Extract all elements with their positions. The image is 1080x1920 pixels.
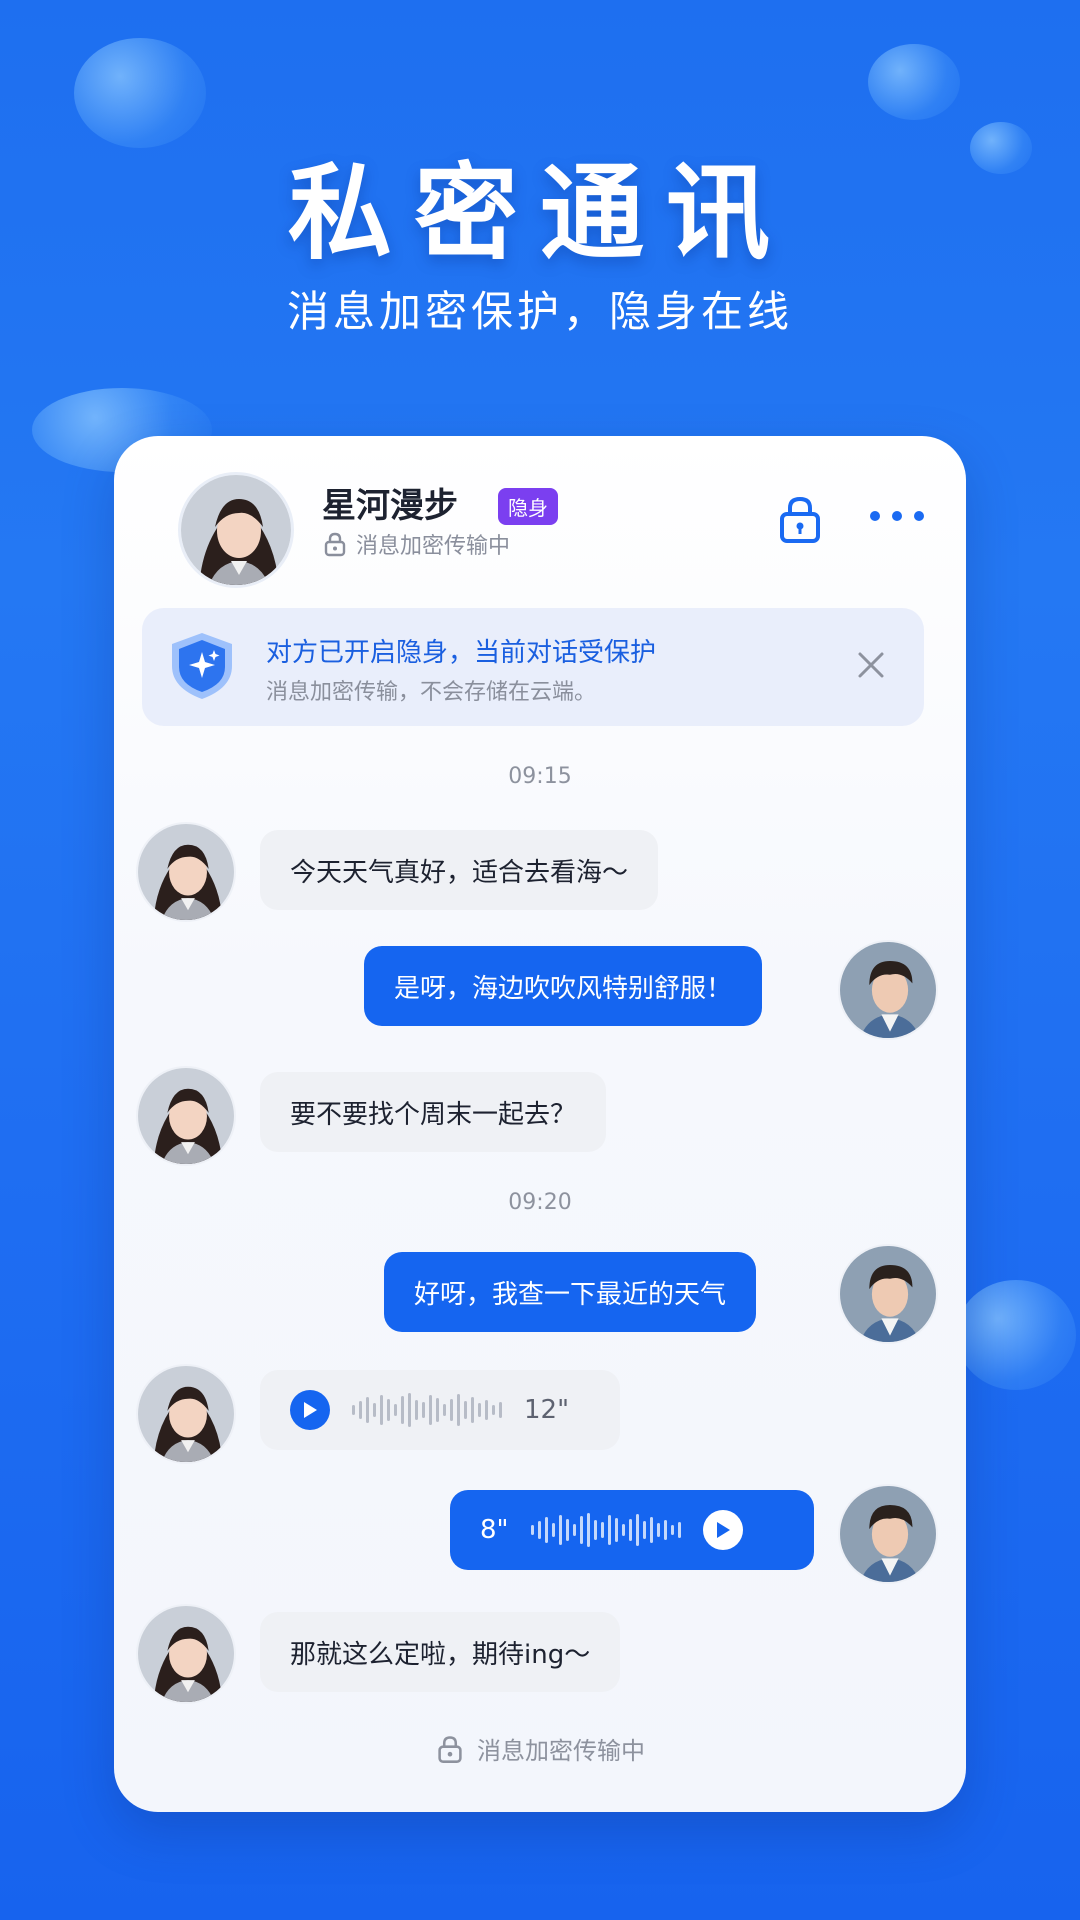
waveform-bar <box>450 1399 453 1421</box>
contact-avatar[interactable] <box>178 472 294 588</box>
waveform-bar <box>380 1395 383 1425</box>
waveform-bar <box>443 1404 446 1416</box>
waveform-bar <box>387 1399 390 1421</box>
waveform-bar <box>366 1397 369 1423</box>
waveform-bar <box>352 1405 355 1415</box>
waveform-bar <box>593 1520 597 1540</box>
chat-card: 星河漫步 隐身 消息加密传输中 对方已开启隐身，当前对话受保护 消息加密传输，不… <box>114 436 966 1812</box>
waveform-bar <box>530 1525 534 1535</box>
waveform-bar <box>663 1520 667 1540</box>
waveform-bar <box>436 1398 439 1422</box>
lock-small-icon <box>324 532 346 557</box>
waveform-bar <box>579 1516 583 1544</box>
contact-name: 星河漫步 <box>322 486 458 526</box>
message-bubble-incoming[interactable]: 今天天气真好，适合去看海～ <box>260 830 659 910</box>
waveform-bar <box>394 1404 397 1416</box>
user-avatar[interactable] <box>838 1244 938 1344</box>
hero-subtitle: 消息加密保护，隐身在线 <box>286 287 793 336</box>
decor-bubble-top-right <box>868 44 960 120</box>
waveform-bar <box>492 1405 495 1415</box>
shield-icon <box>172 633 232 699</box>
waveform-bar <box>429 1395 432 1425</box>
voice-duration: 12" <box>524 1395 570 1425</box>
waveform-bar <box>642 1521 646 1539</box>
waveform-bar <box>499 1402 502 1418</box>
privacy-notice: 对方已开启隐身，当前对话受保护 消息加密传输，不会存储在云端。 <box>142 608 924 726</box>
voice-waveform <box>530 1510 681 1550</box>
waveform-bar <box>656 1523 660 1537</box>
waveform-bar <box>600 1522 604 1538</box>
user-avatar[interactable] <box>838 940 938 1040</box>
waveform-bar <box>373 1403 376 1417</box>
waveform-bar <box>471 1397 474 1423</box>
waveform-bar <box>565 1519 569 1541</box>
message-text: 今天天气真好，适合去看海～ <box>290 857 629 888</box>
timestamp: 09:20 <box>508 1190 572 1215</box>
decor-bubble-right-bottom <box>956 1280 1076 1390</box>
lock-icon <box>438 1735 462 1763</box>
waveform-bar <box>422 1402 425 1418</box>
waveform-bar <box>485 1400 488 1420</box>
voice-waveform <box>352 1390 502 1430</box>
waveform-bar <box>649 1517 653 1543</box>
waveform-bar <box>572 1524 576 1536</box>
encryption-status-text: 消息加密传输中 <box>356 534 511 559</box>
notice-description: 消息加密传输，不会存储在云端。 <box>266 680 597 705</box>
voice-message-incoming[interactable]: 12" <box>260 1370 620 1450</box>
waveform-bar <box>670 1525 674 1535</box>
contact-avatar-small[interactable] <box>136 1066 236 1166</box>
play-icon[interactable] <box>702 1510 743 1550</box>
encryption-footer: 消息加密传输中 <box>114 1731 966 1766</box>
waveform-bar <box>478 1403 481 1417</box>
waveform-bar <box>607 1515 611 1545</box>
waveform-bar <box>415 1400 418 1420</box>
encryption-status: 消息加密传输中 <box>322 528 510 560</box>
waveform-bar <box>359 1401 362 1419</box>
lock-icon[interactable] <box>778 496 822 544</box>
waveform-bar <box>558 1515 562 1545</box>
waveform-bar <box>551 1523 555 1537</box>
waveform-bar <box>544 1517 548 1543</box>
message-bubble-outgoing[interactable]: 好呀，我查一下最近的天气 <box>384 1252 757 1332</box>
message-text: 要不要找个周末一起去？ <box>290 1099 577 1130</box>
message-bubble-incoming[interactable]: 那就这么定啦，期待ing～ <box>260 1612 621 1692</box>
play-icon[interactable] <box>290 1390 330 1430</box>
stealth-badge: 隐身 <box>498 488 558 525</box>
message-bubble-incoming[interactable]: 要不要找个周末一起去？ <box>260 1072 607 1152</box>
hero-title: 私密通讯 <box>287 152 792 274</box>
voice-message-outgoing[interactable]: 8" <box>450 1490 814 1570</box>
waveform-bar <box>628 1519 632 1541</box>
more-dots-icon[interactable] <box>870 496 924 536</box>
waveform-bar <box>677 1522 681 1538</box>
footer-text: 消息加密传输中 <box>477 1737 645 1765</box>
message-text: 是呀，海边吹吹风特别舒服！ <box>394 973 733 1004</box>
message-text: 那就这么定啦，期待ing～ <box>290 1639 591 1670</box>
notice-title: 对方已开启隐身，当前对话受保护 <box>266 638 657 668</box>
message-bubble-outgoing[interactable]: 是呀，海边吹吹风特别舒服！ <box>364 946 763 1026</box>
waveform-bar <box>621 1524 625 1536</box>
waveform-bar <box>401 1396 404 1424</box>
waveform-bar <box>614 1518 618 1542</box>
timestamp: 09:15 <box>508 764 572 789</box>
voice-duration: 8" <box>480 1515 509 1545</box>
waveform-bar <box>635 1514 639 1546</box>
contact-avatar-small[interactable] <box>136 1604 236 1704</box>
user-avatar[interactable] <box>838 1484 938 1584</box>
contact-avatar-small[interactable] <box>136 822 236 922</box>
waveform-bar <box>457 1394 460 1426</box>
contact-avatar-small[interactable] <box>136 1364 236 1464</box>
close-icon[interactable] <box>854 648 888 682</box>
waveform-bar <box>586 1513 590 1547</box>
waveform-bar <box>464 1401 467 1419</box>
message-text: 好呀，我查一下最近的天气 <box>414 1279 727 1310</box>
waveform-bar <box>537 1521 541 1539</box>
waveform-bar <box>408 1393 411 1427</box>
